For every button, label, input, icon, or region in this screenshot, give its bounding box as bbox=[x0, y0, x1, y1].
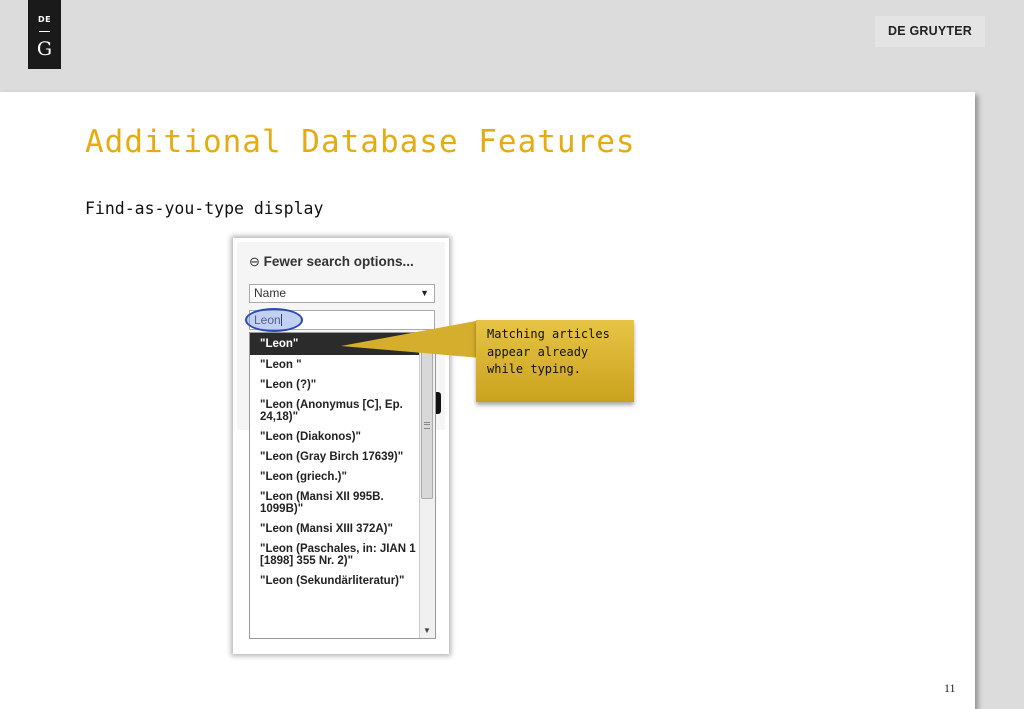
logo-de-text: DE bbox=[37, 15, 52, 24]
de-gruyter-logo: DE G bbox=[28, 0, 61, 69]
fewer-search-options-label: Fewer search options... bbox=[263, 254, 414, 269]
search-input-value: Leon bbox=[254, 313, 281, 327]
collapse-circle-icon: ⊖ bbox=[249, 254, 260, 269]
logo-divider bbox=[39, 31, 50, 32]
scroll-up-icon[interactable]: ▲ bbox=[423, 335, 431, 344]
slide: Additional Database Features Find-as-you… bbox=[0, 92, 975, 709]
suggestion-item[interactable]: "Leon (?)" bbox=[250, 375, 420, 395]
suggestion-item[interactable]: "Leon " bbox=[250, 355, 420, 375]
suggestion-dropdown: "Leon" "Leon " "Leon (?)" "Leon (Anonymus [… bbox=[249, 332, 436, 639]
field-select[interactable]: Name ▼ bbox=[249, 284, 435, 303]
slide-subtitle: Find-as-you-type display bbox=[85, 199, 324, 218]
grip-icon bbox=[424, 422, 430, 429]
dropdown-scrollbar[interactable]: ▲ ▼ bbox=[419, 333, 435, 638]
callout-box: Matching articles appear already while t… bbox=[476, 320, 634, 402]
suggestion-item[interactable]: "Leon (Diakonos)" bbox=[250, 427, 420, 447]
suggestion-item[interactable]: "Leon (Paschales, in: JIAN 1 [1898] 355 … bbox=[250, 539, 420, 571]
fewer-search-options-link[interactable]: ⊖ Fewer search options... bbox=[249, 254, 414, 270]
suggestion-list: "Leon" "Leon " "Leon (?)" "Leon (Anonymus [… bbox=[250, 333, 420, 591]
suggestion-item[interactable]: "Leon (Gray Birch 17639)" bbox=[250, 447, 420, 467]
page-number: 11 bbox=[944, 681, 956, 695]
suggestion-item[interactable]: "Leon (Mansi XIII 372A)" bbox=[250, 519, 420, 539]
suggestion-item[interactable]: "Leon (Sekundärliteratur)" bbox=[250, 571, 420, 591]
suggestion-item[interactable]: "Leon (Anonymus [C], Ep. 24,18)" bbox=[250, 395, 420, 427]
search-input[interactable]: Leon bbox=[249, 310, 435, 330]
scrollbar-thumb[interactable] bbox=[421, 351, 433, 499]
field-select-value: Name bbox=[254, 286, 287, 300]
text-cursor bbox=[280, 314, 282, 326]
brand-wordmark: DE GRUYTER bbox=[875, 16, 985, 47]
suggestion-item[interactable]: "Leon (Mansi XII 995B. 1099B)" bbox=[250, 487, 420, 519]
search-screenshot: ⊖ Fewer search options... Name ▼ Leon "L… bbox=[233, 238, 449, 654]
suggestion-item[interactable]: "Leon (griech.)" bbox=[250, 467, 420, 487]
slide-title: Additional Database Features bbox=[85, 124, 636, 160]
suggestion-item-active[interactable]: "Leon" bbox=[250, 333, 420, 355]
scroll-down-icon[interactable]: ▼ bbox=[423, 626, 431, 635]
logo-g-text: G bbox=[36, 38, 53, 60]
chevron-down-icon: ▼ bbox=[420, 288, 429, 298]
